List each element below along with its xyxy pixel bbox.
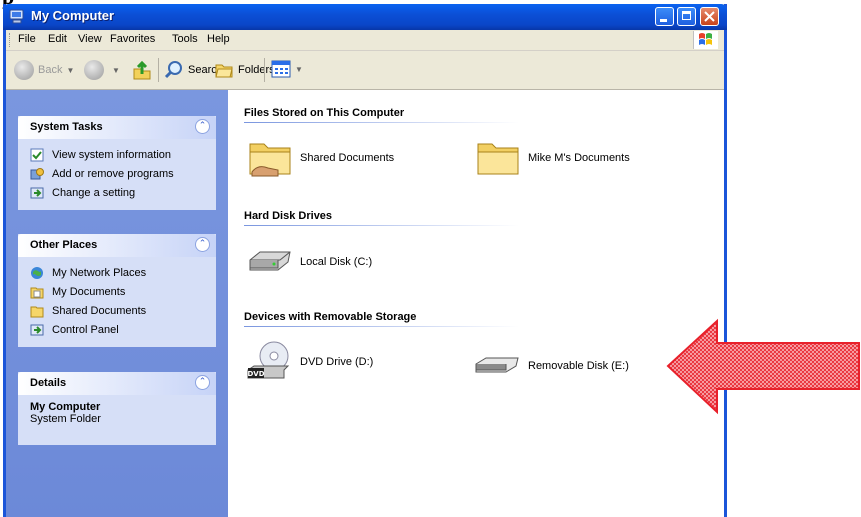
shared-folder-icon (249, 143, 291, 177)
menu-edit[interactable]: Edit (48, 33, 67, 45)
forward-arrow-icon (84, 60, 104, 80)
task-change-setting[interactable]: Change a setting (30, 183, 206, 202)
my-computer-window: My Computer File Edit View Favorites Too… (3, 4, 727, 517)
collapse-icon[interactable]: ⌃ (195, 375, 210, 390)
forward-button[interactable]: ▼ (84, 60, 120, 80)
place-my-documents[interactable]: My Documents (30, 282, 206, 301)
menu-tools[interactable]: Tools (172, 33, 198, 45)
details-panel: Details ⌃ My Computer System Folder (18, 372, 216, 445)
task-pane: System Tasks ⌃ View system information A… (6, 90, 228, 517)
task-label: Change a setting (52, 186, 136, 199)
item-shared-documents[interactable]: Shared Documents (246, 134, 394, 182)
file-view: Files Stored on This Computer Shared Doc… (228, 90, 724, 517)
item-label: Mike M's Documents (528, 152, 630, 164)
back-button[interactable]: Back ▼ (14, 60, 74, 80)
details-title: Details (30, 377, 67, 389)
control-panel-icon (30, 187, 44, 198)
item-label: Shared Documents (300, 152, 395, 164)
window-title: My Computer (31, 8, 115, 23)
group-divider (244, 225, 519, 226)
place-shared-documents[interactable]: Shared Documents (30, 301, 206, 320)
place-control-panel[interactable]: Control Panel (30, 320, 206, 339)
dvd-badge: DVD (247, 370, 264, 378)
chevron-down-icon[interactable]: ▼ (66, 66, 74, 75)
chevron-down-icon[interactable]: ▼ (295, 65, 303, 74)
group-divider (244, 326, 519, 327)
system-tasks-panel: System Tasks ⌃ View system information A… (18, 116, 216, 210)
windows-logo-icon (693, 31, 718, 49)
place-my-network-places[interactable]: My Network Places (30, 263, 206, 282)
system-tasks-header[interactable]: System Tasks ⌃ (18, 116, 216, 139)
collapse-icon[interactable]: ⌃ (195, 119, 210, 134)
place-label: Control Panel (52, 323, 119, 336)
group-divider (244, 122, 519, 123)
up-folder-icon (133, 60, 151, 80)
item-local-disk-c[interactable]: Local Disk (C:) (246, 238, 372, 286)
close-icon (704, 11, 715, 22)
back-arrow-icon (14, 60, 34, 80)
menu-favorites[interactable]: Favorites (110, 33, 155, 45)
close-button[interactable] (700, 7, 719, 26)
item-dvd-drive-d[interactable]: DVD DVD Drive (D:) (246, 338, 373, 386)
chevron-down-icon[interactable]: ▼ (112, 66, 120, 75)
hard-disk-icon (249, 251, 291, 271)
item-mike-documents[interactable]: Mike M's Documents (474, 134, 630, 182)
details-name: My Computer (30, 401, 101, 413)
folders-label: Folders (238, 64, 275, 76)
other-places-title: Other Places (30, 239, 98, 251)
group-title-files: Files Stored on This Computer (244, 107, 405, 119)
maximize-button[interactable] (677, 7, 696, 26)
views-button[interactable]: ▼ (271, 60, 303, 78)
collapse-icon[interactable]: ⌃ (195, 237, 210, 252)
red-arrow-annotation (666, 318, 860, 415)
network-places-icon (31, 266, 43, 279)
place-label: My Network Places (52, 266, 147, 279)
menu-help[interactable]: Help (207, 33, 230, 45)
item-label: Local Disk (C:) (300, 256, 373, 268)
control-panel-icon (30, 324, 44, 335)
shared-folder-icon (30, 306, 44, 317)
task-view-system-info[interactable]: View system information (30, 145, 206, 164)
menu-view[interactable]: View (78, 33, 102, 45)
back-label: Back (38, 64, 63, 76)
system-tasks-title: System Tasks (30, 121, 103, 133)
computer-icon (9, 9, 24, 24)
dvd-drive-icon: DVD (247, 341, 290, 379)
folders-icon (215, 64, 233, 78)
my-documents-icon (30, 287, 44, 298)
menu-bar: File Edit View Favorites Tools Help (6, 30, 724, 51)
minimize-button[interactable] (655, 7, 674, 26)
group-title-hard-disks: Hard Disk Drives (244, 210, 333, 222)
task-add-remove-programs[interactable]: Add or remove programs (30, 164, 206, 183)
toolbar: Back ▼ ▼ Search Folders ▼ (6, 51, 724, 90)
toolbar-separator (158, 58, 159, 82)
folders-button[interactable]: Folders (214, 60, 275, 80)
task-label: View system information (52, 148, 172, 161)
item-removable-disk-e[interactable]: Removable Disk (E:) (474, 342, 629, 390)
up-folder-button[interactable] (131, 60, 153, 82)
details-header[interactable]: Details ⌃ (18, 372, 216, 395)
item-label: DVD Drive (D:) (300, 356, 374, 368)
group-title-removable: Devices with Removable Storage (244, 311, 417, 323)
views-icon (271, 60, 291, 78)
system-info-icon (30, 148, 44, 161)
details-type: System Folder (30, 413, 101, 425)
place-label: Shared Documents (52, 304, 147, 317)
menu-file[interactable]: File (18, 33, 36, 45)
place-label: My Documents (52, 285, 126, 298)
item-label: Removable Disk (E:) (528, 360, 629, 372)
search-icon (164, 61, 182, 79)
other-places-panel: Other Places ⌃ My Network Places My Docu… (18, 234, 216, 347)
title-bar[interactable]: My Computer (3, 4, 727, 30)
toolbar-separator (264, 58, 265, 82)
menu-grip (9, 33, 12, 47)
add-remove-programs-icon (30, 167, 44, 179)
folder-icon (477, 143, 519, 175)
removable-disk-icon (475, 357, 519, 373)
content-area: System Tasks ⌃ View system information A… (6, 90, 724, 517)
other-places-header[interactable]: Other Places ⌃ (18, 234, 216, 257)
task-label: Add or remove programs (52, 167, 174, 180)
